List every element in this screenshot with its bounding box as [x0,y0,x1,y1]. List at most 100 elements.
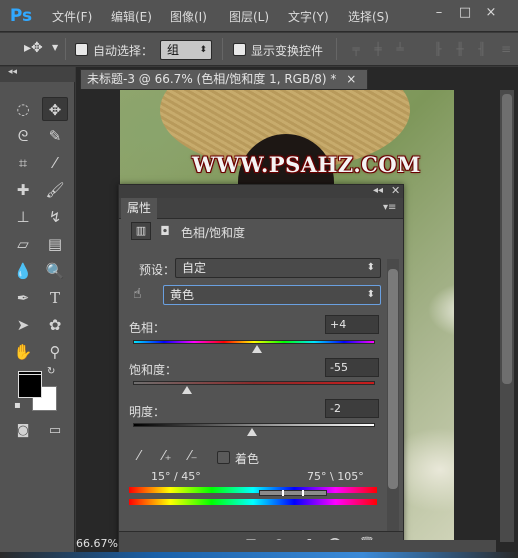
move-icon[interactable]: ✥ [42,97,68,121]
eyedropper-icon[interactable]: ⁄ [42,151,68,175]
close-panel-icon[interactable]: ✕ [391,184,400,197]
path-select-icon[interactable]: ➤ [10,313,36,337]
saturation-value-field[interactable]: -55 [325,358,379,377]
align-bottom-icon[interactable]: ╧ [392,41,408,57]
document-tab[interactable]: 未标题-3 @ 66.7% (色相/饱和度 1, RGB/8) * × [80,69,368,89]
collapse-icon[interactable]: ◂◂ [8,67,17,77]
align-hcenter-icon[interactable]: ╫ [452,41,468,57]
channel-value: 黄色 [170,288,195,302]
vertical-scrollbar[interactable] [500,90,514,542]
hue-value-field[interactable]: +4 [325,315,379,334]
lightness-label: 明度： [129,405,166,419]
tools-panel-header[interactable]: ◂◂ [0,67,75,82]
horizontal-scrollbar[interactable] [120,540,496,552]
menu-select[interactable]: 选择(S) [348,8,389,25]
gradient-icon[interactable]: ▤ [42,232,68,256]
align-right-icon[interactable]: ╢ [474,41,490,57]
document-tab-title: 未标题-3 @ 66.7% (色相/饱和度 1, RGB/8) * [87,72,337,86]
close-button[interactable]: × [482,4,500,22]
mask-icon[interactable]: ◘ [155,222,175,240]
menu-image[interactable]: 图像(I) [170,8,207,25]
hue-slider-thumb[interactable] [251,345,262,353]
result-color-bar [129,499,377,505]
properties-tabbar: 属性 ▾≡ [119,198,403,219]
align-left-icon[interactable]: ╟ [430,41,446,57]
preset-label: 预设： [139,263,176,277]
show-transform-label: 显示变换控件 [251,44,324,58]
lightness-slider-track[interactable] [133,423,375,427]
tab-close-icon[interactable]: × [346,72,356,86]
updown-arrows-icon: ⬍ [366,262,375,273]
adjustment-layer-icon[interactable]: ▥ [131,222,151,240]
quick-mask-icon[interactable]: ◙ [10,419,36,443]
pen-icon[interactable]: ✒ [10,286,36,310]
saturation-slider-track[interactable] [133,381,375,385]
show-transform-checkbox[interactable] [233,43,246,56]
stamp-icon[interactable]: ⊥ [10,205,36,229]
options-bar: ▸✥ ▼ 自动选择： 组 ⬍ 显示变换控件 ╤ ╪ ╧ ╟ ╫ ╢ ≡ [0,33,518,66]
hue-slider-track[interactable] [133,340,375,344]
menu-file[interactable]: 文件(F) [52,8,92,25]
screen-mode-icon[interactable]: ▭ [42,419,68,443]
align-top-icon[interactable]: ╤ [348,41,364,57]
vertical-scroll-thumb[interactable] [502,94,512,384]
move-tool-preset-icon[interactable]: ▸✥ [24,40,43,56]
menu-edit[interactable]: 编辑(E) [111,8,152,25]
preset-dropdown[interactable]: 自定 ⬍ [175,258,381,278]
hand-icon[interactable]: ✋ [10,340,36,364]
eyedropper-icon[interactable]: ⁄ [131,449,147,465]
saturation-slider-thumb[interactable] [182,386,193,394]
shape-icon[interactable]: ✿ [42,313,68,337]
channel-dropdown[interactable]: 黄色 ⬍ [163,285,381,305]
collapse-panel-icon[interactable]: ◂◂ [373,185,383,196]
hue-label: 色相： [129,321,166,335]
range-handle-left[interactable] [282,490,284,496]
auto-select-label: 自动选择： [93,44,154,58]
minimize-button[interactable]: – [430,4,448,22]
preset-value: 自定 [182,261,207,275]
quick-select-icon[interactable]: ✎ [42,124,68,148]
type-icon[interactable]: T [42,286,68,310]
blur-icon[interactable]: 💧 [10,259,36,283]
source-color-bar [129,487,377,493]
range-selector[interactable] [259,490,327,496]
marquee-icon[interactable]: ◌ [10,97,36,121]
range-handle-right[interactable] [302,490,304,496]
healing-icon[interactable]: ✚ [10,178,36,202]
panel-menu-icon[interactable]: ▾≡ [383,202,396,213]
default-colors-icon[interactable]: ▪ [14,400,21,411]
eyedropper-add-icon[interactable]: ⁄₊ [159,449,175,465]
zoom-icon[interactable]: ⚲ [42,340,68,364]
auto-select-target-value: 组 [167,43,180,57]
menu-bar: Ps 文件(F) 编辑(E) 图像(I) 图层(L) 文字(Y) 选择(S) –… [0,0,518,32]
chevron-down-icon[interactable]: ▼ [52,43,58,52]
lasso-icon[interactable]: ᘓ [10,124,36,148]
swap-colors-icon[interactable]: ↻ [47,366,55,377]
dodge-icon[interactable]: 🔍 [42,259,68,283]
lightness-slider-thumb[interactable] [246,428,257,436]
foreground-color-swatch-front[interactable] [18,374,42,398]
lightness-value-field[interactable]: -2 [325,399,379,418]
targeted-adjust-hand-icon[interactable]: ☝ [133,286,142,302]
maximize-button[interactable]: □ [456,4,474,22]
brush-icon[interactable]: 🖌 [42,178,68,202]
crop-icon[interactable]: ⌗ [10,151,36,175]
eyedropper-subtract-icon[interactable]: ⁄₋ [185,449,201,465]
divider [336,38,337,60]
eraser-icon[interactable]: ▱ [10,232,36,256]
colorize-checkbox[interactable] [217,451,230,464]
auto-select-checkbox[interactable] [75,43,88,56]
colorize-label: 着色 [235,452,260,466]
properties-scrollbar[interactable] [387,259,399,531]
properties-scroll-thumb[interactable] [388,269,398,489]
tab-properties[interactable]: 属性 [121,198,158,219]
history-brush-icon[interactable]: ↯ [42,205,68,229]
properties-panel-titlebar[interactable]: ◂◂ ✕ [119,184,403,198]
zoom-status[interactable]: 66.67% [76,536,118,552]
menu-type[interactable]: 文字(Y) [288,8,329,25]
menu-layer[interactable]: 图层(L) [229,8,269,25]
distribute-icon[interactable]: ≡ [498,41,514,57]
align-vcenter-icon[interactable]: ╪ [370,41,386,57]
auto-select-target-dropdown[interactable]: 组 ⬍ [160,40,212,60]
divider [222,38,223,60]
